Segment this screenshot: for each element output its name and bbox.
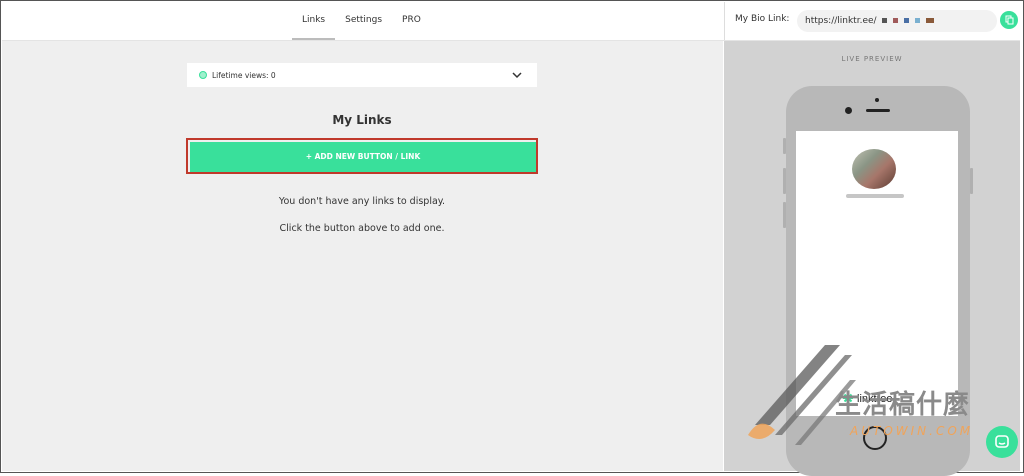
tab-links[interactable]: Links bbox=[292, 2, 336, 40]
watermark-text: 生活稿什麼 bbox=[835, 390, 971, 420]
bio-link-label: My Bio Link: bbox=[735, 14, 790, 24]
watermark-url: AUTOWIN.COM bbox=[850, 424, 974, 438]
redacted-username bbox=[904, 18, 910, 23]
links-panel: Lifetime views: 0 My Links + ADD NEW BUT… bbox=[2, 41, 723, 471]
redacted-username bbox=[893, 18, 899, 23]
bio-link-url: https://linktr.ee/ bbox=[805, 16, 877, 26]
live-preview-label: LIVE PREVIEW bbox=[841, 55, 903, 63]
lifetime-views-bar[interactable]: Lifetime views: 0 bbox=[187, 63, 537, 87]
redacted-username bbox=[925, 18, 934, 23]
phone-speaker bbox=[866, 109, 890, 112]
empty-state-hint: Click the button above to add one. bbox=[279, 223, 445, 234]
phone-side-button bbox=[970, 168, 973, 194]
top-bar: Links Settings PRO My Bio Link: https://… bbox=[2, 2, 1020, 41]
bio-link-field[interactable]: https://linktr.ee/ bbox=[797, 10, 997, 32]
copy-link-button[interactable] bbox=[1000, 11, 1018, 29]
profile-avatar bbox=[852, 149, 896, 189]
copy-icon bbox=[1005, 15, 1014, 25]
phone-side-button bbox=[783, 138, 786, 154]
empty-state-message: You don't have any links to display. bbox=[278, 196, 446, 207]
chat-support-button[interactable] bbox=[986, 426, 1018, 458]
page-title: My Links bbox=[332, 113, 392, 127]
chat-icon bbox=[995, 435, 1009, 448]
bio-link-area: My Bio Link: https://linktr.ee/ bbox=[724, 2, 1021, 40]
redacted-username bbox=[915, 18, 921, 23]
tab-pro[interactable]: PRO bbox=[392, 2, 431, 40]
main-nav: Links Settings PRO bbox=[292, 2, 431, 40]
tab-settings[interactable]: Settings bbox=[335, 2, 392, 40]
lifetime-views-text: Lifetime views: 0 bbox=[212, 70, 276, 80]
redacted-username bbox=[882, 18, 888, 23]
chevron-down-icon[interactable] bbox=[511, 69, 523, 81]
phone-side-button bbox=[783, 168, 786, 194]
status-dot-icon bbox=[199, 71, 207, 79]
phone-side-button bbox=[783, 202, 786, 228]
phone-sensor bbox=[875, 98, 879, 102]
redacted-profile-name bbox=[846, 194, 904, 198]
add-new-link-button[interactable]: + ADD NEW BUTTON / LINK bbox=[190, 142, 536, 172]
phone-camera bbox=[845, 107, 852, 114]
